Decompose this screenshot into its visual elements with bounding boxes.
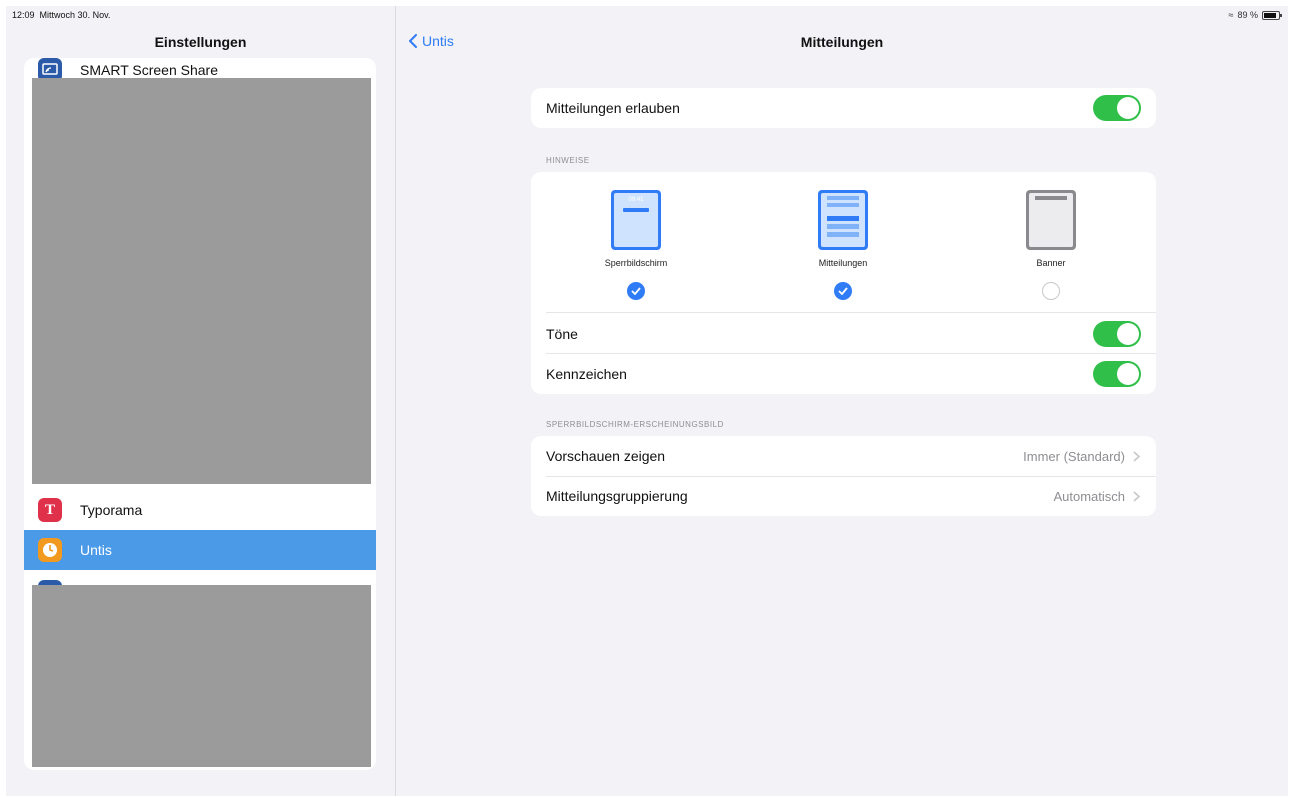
option-label: Banner — [1036, 258, 1066, 268]
vorschauen-value-text: Immer (Standard) — [1023, 448, 1125, 464]
sidebar-item-untis[interactable]: Untis — [24, 530, 376, 570]
chevron-right-icon — [1133, 450, 1140, 462]
section-header-hinweise: HINWEISE — [546, 156, 590, 165]
option-mitteilungen[interactable]: Mitteilungen — [753, 172, 933, 312]
status-time: 12:09 Mittwoch 30. Nov. — [12, 10, 110, 20]
chevron-right-icon — [1133, 490, 1140, 502]
allow-notifications-label: Mitteilungen erlauben — [546, 100, 680, 116]
allow-notifications-toggle[interactable] — [1093, 95, 1141, 121]
kennzeichen-label: Kennzeichen — [546, 366, 627, 382]
toene-row: Töne — [531, 314, 1156, 354]
kennzeichen-row: Kennzeichen — [531, 354, 1156, 394]
status-indicators: ≈ 89 % — [1228, 10, 1282, 20]
option-label: Mitteilungen — [818, 258, 868, 268]
redacted-area — [32, 78, 371, 484]
battery-icon — [1262, 10, 1282, 20]
gruppierung-label: Mitteilungsgruppierung — [546, 488, 688, 504]
vorschauen-row[interactable]: Vorschauen zeigen Immer (Standard) — [531, 436, 1156, 476]
checkmark-icon — [834, 282, 852, 300]
lockscreen-device-icon: 09:41 — [611, 190, 661, 250]
sidebar: 12:09 Mittwoch 30. Nov. Einstellungen SM… — [6, 6, 396, 796]
hinweise-group: 09:41 Sperrbildschirm Mitteilungen Banne… — [531, 172, 1156, 394]
allow-notifications-row: Mitteilungen erlauben — [531, 88, 1156, 128]
wifi-icon: ≈ — [1228, 10, 1234, 20]
allow-group: Mitteilungen erlauben — [531, 88, 1156, 128]
redacted-area-lower — [32, 585, 371, 767]
empty-circle-icon — [1042, 282, 1060, 300]
battery-percent: 89 % — [1237, 10, 1258, 20]
typorama-icon: T — [38, 498, 62, 522]
option-banner[interactable]: Banner — [961, 172, 1141, 312]
section-header-lockscreen: SPERRBILDSCHIRM-ERSCHEINUNGSBILD — [546, 420, 724, 429]
lockscreen-group: Vorschauen zeigen Immer (Standard) Mitte… — [531, 436, 1156, 516]
option-label: Sperrbildschirm — [604, 258, 668, 268]
notification-center-device-icon — [818, 190, 868, 250]
sidebar-item-label: Typorama — [80, 502, 143, 518]
gruppierung-value: Automatisch — [1053, 489, 1140, 504]
sidebar-title: Einstellungen — [154, 34, 247, 50]
sidebar-item-label: SMART Screen Share — [80, 62, 218, 78]
gruppierung-value-text: Automatisch — [1053, 488, 1125, 504]
sidebar-item-typorama[interactable]: T Typorama — [24, 490, 376, 530]
detail-pane: ≈ 89 % Untis Mitteilungen Mitteilungen e… — [396, 6, 1288, 796]
gruppierung-row[interactable]: Mitteilungsgruppierung Automatisch — [531, 476, 1156, 516]
sidebar-list: SMART Screen Share T Typorama Untis — [24, 58, 376, 770]
status-clock: 12:09 — [12, 10, 35, 20]
checkmark-icon — [627, 282, 645, 300]
banner-device-icon — [1026, 190, 1076, 250]
status-date: Mittwoch 30. Nov. — [39, 10, 111, 20]
vorschauen-label: Vorschauen zeigen — [546, 448, 666, 464]
screen: 12:09 Mittwoch 30. Nov. Einstellungen SM… — [6, 6, 1288, 796]
untis-clock-icon — [38, 538, 62, 562]
divider — [546, 312, 1156, 313]
toene-label: Töne — [546, 326, 578, 342]
toene-toggle[interactable] — [1093, 321, 1141, 347]
page-title: Mitteilungen — [800, 34, 884, 50]
vorschauen-value: Immer (Standard) — [1023, 449, 1140, 464]
preview-time: 09:41 — [628, 197, 644, 203]
sidebar-item-label: Untis — [80, 542, 112, 558]
option-sperrbildschirm[interactable]: 09:41 Sperrbildschirm — [546, 172, 726, 312]
kennzeichen-toggle[interactable] — [1093, 361, 1141, 387]
